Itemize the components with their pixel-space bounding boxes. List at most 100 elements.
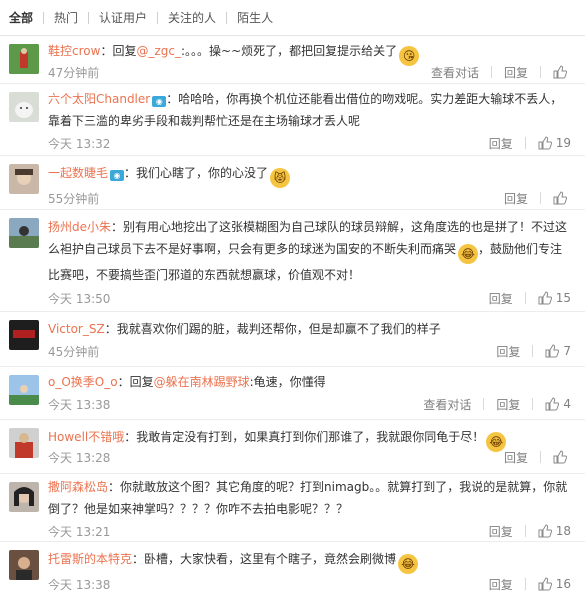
username-link[interactable]: 托雷斯的本特克 bbox=[48, 552, 132, 566]
cat-emoji-icon: 😾 bbox=[270, 168, 291, 188]
timestamp: 今天 13:50 bbox=[48, 291, 111, 306]
comment-item: 托雷斯的本特克：卧槽，大家快看，这里有个瞎子，竟然会刷微博 😂 今天 13:38 … bbox=[0, 542, 585, 599]
timestamp: 今天 13:28 bbox=[48, 450, 111, 465]
avatar[interactable] bbox=[9, 428, 39, 458]
username-link[interactable]: 撒阿森松岛 bbox=[48, 480, 108, 494]
comment-meta: 今天 13:50 回复 15 bbox=[48, 289, 571, 307]
thumbs-up-icon bbox=[538, 524, 552, 538]
reply-link[interactable]: 回复 bbox=[484, 396, 532, 413]
comment-item: 扬州de小朱：别有用心地挖出了这张模糊图为自己球队的球员辩解，这角度选的也是拼了… bbox=[0, 210, 585, 312]
like-button[interactable]: 18 bbox=[526, 524, 571, 538]
comment-item: Howell不错哦：我敢肯定没有打到，如果真打到你们那谁了，我就跟你同龟于尽！ 😂… bbox=[0, 420, 585, 474]
like-count: 15 bbox=[555, 291, 571, 305]
reply-link[interactable]: 回复 bbox=[477, 523, 525, 540]
avatar[interactable] bbox=[9, 44, 39, 74]
comment-item: Victor_SZ：我就喜欢你们踢的脏，裁判还帮你，但是却赢不了我们的样子 45… bbox=[0, 312, 585, 367]
reply-link[interactable]: 回复 bbox=[484, 343, 532, 360]
tab-verified-users[interactable]: 认证用户 bbox=[89, 9, 157, 26]
filter-tabs: 全部 热门 认证用户 关注的人 陌生人 bbox=[0, 0, 585, 36]
vip-badge-icon: ◉ bbox=[110, 170, 125, 181]
comment-text: 六个太阳Chandler ◉ ：哈哈哈，你再换个机位还能看出借位的吻戏呢。实力差距大… bbox=[48, 92, 563, 128]
comment-item: 六个太阳Chandler ◉ ：哈哈哈，你再换个机位还能看出借位的吻戏呢。实力差距大… bbox=[0, 84, 585, 156]
comment-meta: 今天 13:32 回复 19 bbox=[48, 134, 571, 152]
username-link[interactable]: 扬州de小朱 bbox=[48, 220, 111, 234]
vip-badge-icon: ◉ bbox=[152, 96, 167, 107]
comment-text: 一起数睫毛 ◉ ：我们心瞎了，你的心没了 😾 bbox=[48, 162, 571, 188]
comment-meta: 47分钟前 查看对话 回复 bbox=[48, 63, 571, 81]
timestamp: 今天 13:21 bbox=[48, 524, 111, 539]
comment-text: 撒阿森松岛：你就敢放这个图？其它角度的呢？打到nimagb。。就算打到了，我说的… bbox=[48, 480, 568, 516]
tab-hot[interactable]: 热门 bbox=[44, 9, 88, 26]
reply-link[interactable]: 回复 bbox=[492, 449, 540, 466]
thumbs-up-icon bbox=[553, 65, 567, 79]
like-button[interactable]: 16 bbox=[526, 577, 571, 591]
reply-link[interactable]: 回复 bbox=[477, 290, 525, 307]
thumbs-up-icon bbox=[538, 136, 552, 150]
like-count: 4 bbox=[563, 397, 571, 411]
comment-text: 扬州de小朱：别有用心地挖出了这张模糊图为自己球队的球员辩解，这角度选的也是拼了… bbox=[48, 220, 568, 282]
tab-following[interactable]: 关注的人 bbox=[158, 9, 226, 26]
timestamp: 47分钟前 bbox=[48, 65, 100, 80]
like-button[interactable] bbox=[541, 191, 571, 205]
laughing-emoji-icon: 😂 bbox=[458, 244, 479, 264]
username-link[interactable]: 六个太阳Chandler bbox=[48, 92, 150, 106]
timestamp: 今天 13:38 bbox=[48, 577, 111, 592]
timestamp: 今天 13:32 bbox=[48, 136, 111, 151]
username-link[interactable]: o_O换季O_o bbox=[48, 375, 118, 389]
laughing-emoji-icon: 😂 bbox=[398, 554, 419, 574]
like-button[interactable] bbox=[541, 450, 571, 464]
thumbs-up-icon bbox=[545, 344, 560, 358]
view-conversation-link[interactable]: 查看对话 bbox=[411, 396, 483, 413]
username-link[interactable]: 一起数睫毛 bbox=[48, 166, 108, 180]
thumbs-up-icon bbox=[538, 577, 552, 591]
like-button[interactable]: 4 bbox=[533, 397, 571, 411]
avatar[interactable] bbox=[9, 164, 39, 194]
thumbs-up-icon bbox=[553, 450, 567, 464]
username-link[interactable]: Howell不错哦 bbox=[48, 430, 124, 444]
comment-meta: 今天 13:38 查看对话 回复 4 bbox=[48, 395, 571, 413]
like-button[interactable]: 15 bbox=[526, 291, 571, 305]
comment-item: 一起数睫毛 ◉ ：我们心瞎了，你的心没了 😾 55分钟前 回复 bbox=[0, 156, 585, 210]
like-count: 18 bbox=[555, 524, 571, 538]
avatar[interactable] bbox=[9, 482, 39, 512]
like-button[interactable]: 19 bbox=[526, 136, 571, 150]
like-count: 16 bbox=[555, 577, 571, 591]
avatar[interactable] bbox=[9, 218, 39, 248]
tab-strangers[interactable]: 陌生人 bbox=[227, 9, 283, 26]
avatar[interactable] bbox=[9, 92, 39, 122]
reply-link[interactable]: 回复 bbox=[477, 576, 525, 593]
mention-link[interactable]: @躲在南林踢野球 bbox=[154, 375, 250, 389]
comment-meta: 55分钟前 回复 bbox=[48, 189, 571, 207]
comment-item: 鞋控crow：回复@_zgc_:。。。操~~烦死了，都把回复提示给关了 😘 47分… bbox=[0, 36, 585, 84]
view-conversation-link[interactable]: 查看对话 bbox=[419, 64, 491, 81]
comment-meta: 今天 13:21 回复 18 bbox=[48, 522, 571, 540]
thumbs-up-icon bbox=[553, 191, 567, 205]
avatar[interactable] bbox=[9, 375, 39, 405]
comment-text: o_O换季O_o：回复@躲在南林踢野球:龟速，你懂得 bbox=[48, 375, 326, 389]
comment-meta: 今天 13:28 回复 bbox=[48, 448, 571, 466]
tab-all[interactable]: 全部 bbox=[9, 9, 43, 26]
thumbs-up-icon bbox=[538, 291, 552, 305]
reply-link[interactable]: 回复 bbox=[492, 64, 540, 81]
comment-meta: 45分钟前 回复 7 bbox=[48, 342, 571, 360]
username-link[interactable]: 鞋控crow bbox=[48, 44, 100, 58]
comment-text: Victor_SZ：我就喜欢你们踢的脏，裁判还帮你，但是却赢不了我们的样子 bbox=[48, 322, 441, 336]
timestamp: 今天 13:38 bbox=[48, 397, 111, 412]
comment-item: 撒阿森松岛：你就敢放这个图？其它角度的呢？打到nimagb。。就算打到了，我说的… bbox=[0, 474, 585, 542]
like-button[interactable]: 7 bbox=[533, 344, 571, 358]
like-count: 7 bbox=[563, 344, 571, 358]
timestamp: 45分钟前 bbox=[48, 344, 100, 359]
like-count: 19 bbox=[555, 136, 571, 150]
mention-link[interactable]: @_zgc_ bbox=[136, 44, 181, 58]
comment-meta: 今天 13:38 回复 16 bbox=[48, 575, 571, 593]
username-link[interactable]: Victor_SZ bbox=[48, 322, 105, 336]
like-button[interactable] bbox=[541, 65, 571, 79]
timestamp: 55分钟前 bbox=[48, 191, 100, 206]
avatar[interactable] bbox=[9, 550, 39, 580]
reply-link[interactable]: 回复 bbox=[492, 190, 540, 207]
avatar[interactable] bbox=[9, 320, 39, 350]
thumbs-up-icon bbox=[545, 397, 560, 411]
comment-item: o_O换季O_o：回复@躲在南林踢野球:龟速，你懂得 今天 13:38 查看对话… bbox=[0, 367, 585, 420]
reply-link[interactable]: 回复 bbox=[477, 135, 525, 152]
comment-text: 托雷斯的本特克：卧槽，大家快看，这里有个瞎子，竟然会刷微博 😂 bbox=[48, 548, 571, 574]
